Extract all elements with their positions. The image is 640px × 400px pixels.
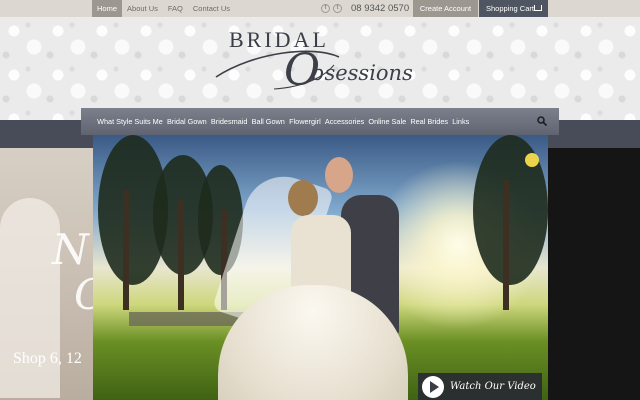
watch-video-label: Watch Our Video [450, 381, 536, 392]
top-nav-faq[interactable]: FAQ [163, 0, 188, 17]
nav-online-sale[interactable]: Online Sale [366, 108, 408, 135]
nav-flowergirl[interactable]: Flowergirl [287, 108, 323, 135]
nav-what-style-suits-me[interactable]: What Style Suits Me [95, 108, 165, 135]
cart-icon [534, 5, 542, 11]
top-nav-home[interactable]: Home [92, 0, 123, 17]
shop-address-text: Shop 6, 12 [13, 350, 82, 367]
play-icon [422, 375, 444, 398]
phone-number: 08 9342 0570 [351, 3, 410, 14]
left-script-letter-1: N [52, 225, 89, 274]
nav-real-brides[interactable]: Real Brides [408, 108, 450, 135]
social-links: f t [321, 4, 342, 13]
lens-flare [525, 153, 539, 167]
watch-video-button[interactable]: Watch Our Video [418, 373, 542, 400]
bride-head [288, 180, 318, 216]
main-nav: What Style Suits Me Bridal Gown Bridesma… [81, 108, 559, 135]
search-icon[interactable] [537, 116, 547, 126]
shopping-cart-label: Shopping Cart [486, 4, 534, 13]
tree-trunk [178, 200, 184, 310]
nav-ball-gown[interactable]: Ball Gown [250, 108, 287, 135]
twitter-icon[interactable]: t [333, 4, 342, 13]
logo-bsessions-text: bsessions [311, 61, 413, 85]
top-nav-about-us[interactable]: About Us [122, 0, 163, 17]
dress-image [0, 198, 60, 398]
nav-bridal-gown[interactable]: Bridal Gown [165, 108, 209, 135]
tree-trunk [503, 180, 509, 310]
top-nav: Home About Us FAQ Contact Us [92, 0, 235, 17]
facebook-icon[interactable]: f [321, 4, 330, 13]
tree-trunk [123, 190, 129, 310]
top-nav-contact-us[interactable]: Contact Us [188, 0, 235, 17]
right-slide-preview [548, 148, 640, 400]
shopping-cart-button[interactable]: Shopping Cart [479, 0, 548, 17]
hero-photo [93, 135, 548, 400]
nav-links[interactable]: Links [450, 108, 471, 135]
groom-head [325, 157, 353, 193]
nav-accessories[interactable]: Accessories [323, 108, 367, 135]
site-logo[interactable]: BRIDAL O bsessions [214, 27, 429, 97]
nav-bridesmaid[interactable]: Bridesmaid [209, 108, 250, 135]
create-account-button[interactable]: Create Account [413, 0, 478, 17]
